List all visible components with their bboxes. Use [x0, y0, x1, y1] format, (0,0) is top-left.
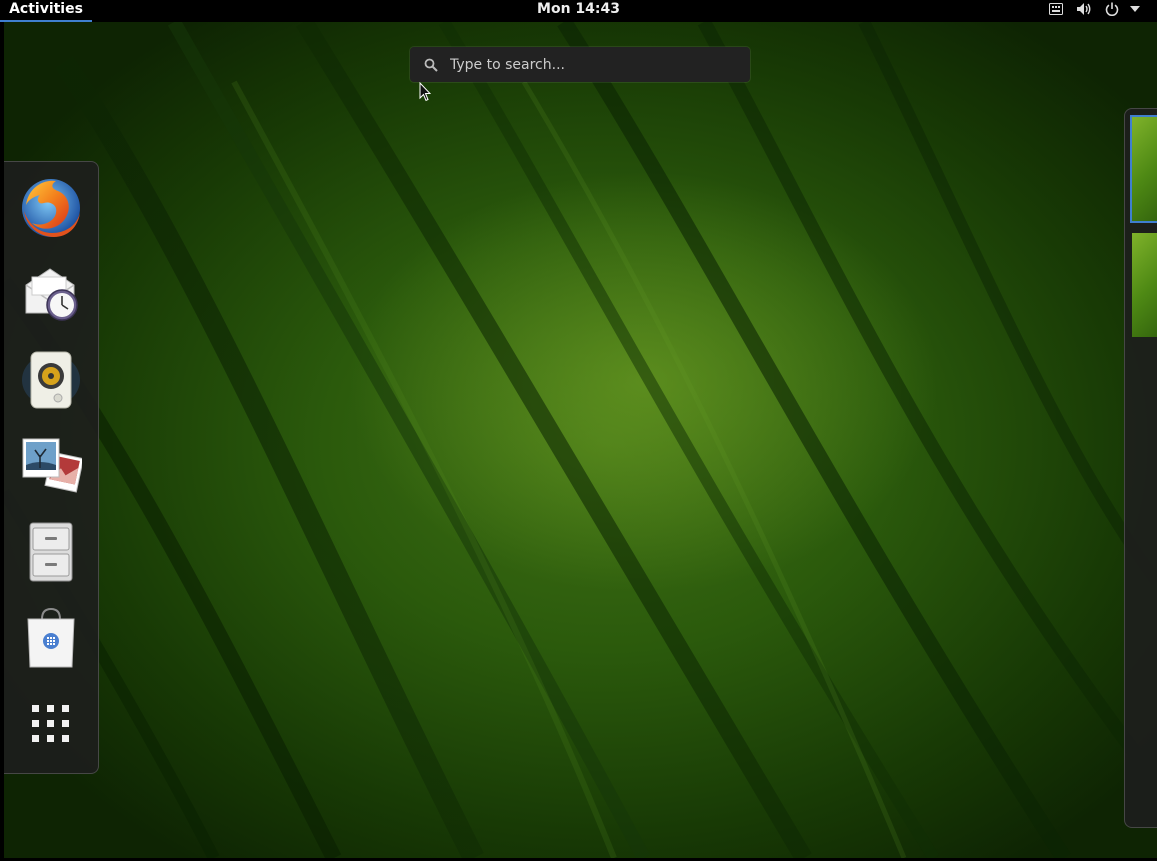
shopping-bag-icon: [27, 607, 75, 668]
filing-cabinet-icon: [29, 522, 73, 582]
search-input[interactable]: [450, 47, 740, 82]
app-grid-icon: [32, 705, 69, 742]
mouse-pointer-icon: [419, 81, 432, 106]
firefox-icon: [22, 179, 80, 237]
top-bar: Activities Mon 14:43: [0, 0, 1157, 22]
activities-button[interactable]: Activities: [0, 0, 92, 21]
workspace-thumbnail-2[interactable]: [1132, 233, 1157, 337]
clock[interactable]: Mon 14:43: [479, 0, 679, 18]
workspace-switcher: [1124, 108, 1157, 828]
dash: [4, 161, 99, 774]
photos-icon: [22, 438, 82, 493]
speaker-icon: [22, 351, 80, 409]
search-box[interactable]: [410, 47, 750, 82]
workspace-thumbnail-1[interactable]: [1130, 115, 1157, 223]
leaf-veins: [4, 22, 1157, 858]
dash-app-files[interactable]: [18, 519, 84, 585]
dash-app-evolution[interactable]: [18, 261, 84, 327]
desktop-screen: Activities Mon 14:43: [0, 0, 1157, 861]
activities-indicator: [0, 20, 92, 22]
dash-app-firefox[interactable]: [18, 175, 84, 241]
show-applications-button[interactable]: [18, 691, 84, 757]
dash-app-software[interactable]: [18, 605, 84, 671]
system-menu-arrow-icon[interactable]: [1128, 1, 1142, 17]
power-icon[interactable]: [1104, 1, 1120, 17]
dash-app-shotwell[interactable]: [18, 433, 84, 499]
wallpaper: [4, 22, 1157, 858]
dash-app-rhythmbox[interactable]: [18, 347, 84, 413]
volume-icon[interactable]: [1075, 1, 1093, 17]
mail-clock-icon: [25, 268, 78, 321]
search-icon: [424, 57, 438, 72]
network-icon[interactable]: [1048, 1, 1064, 17]
